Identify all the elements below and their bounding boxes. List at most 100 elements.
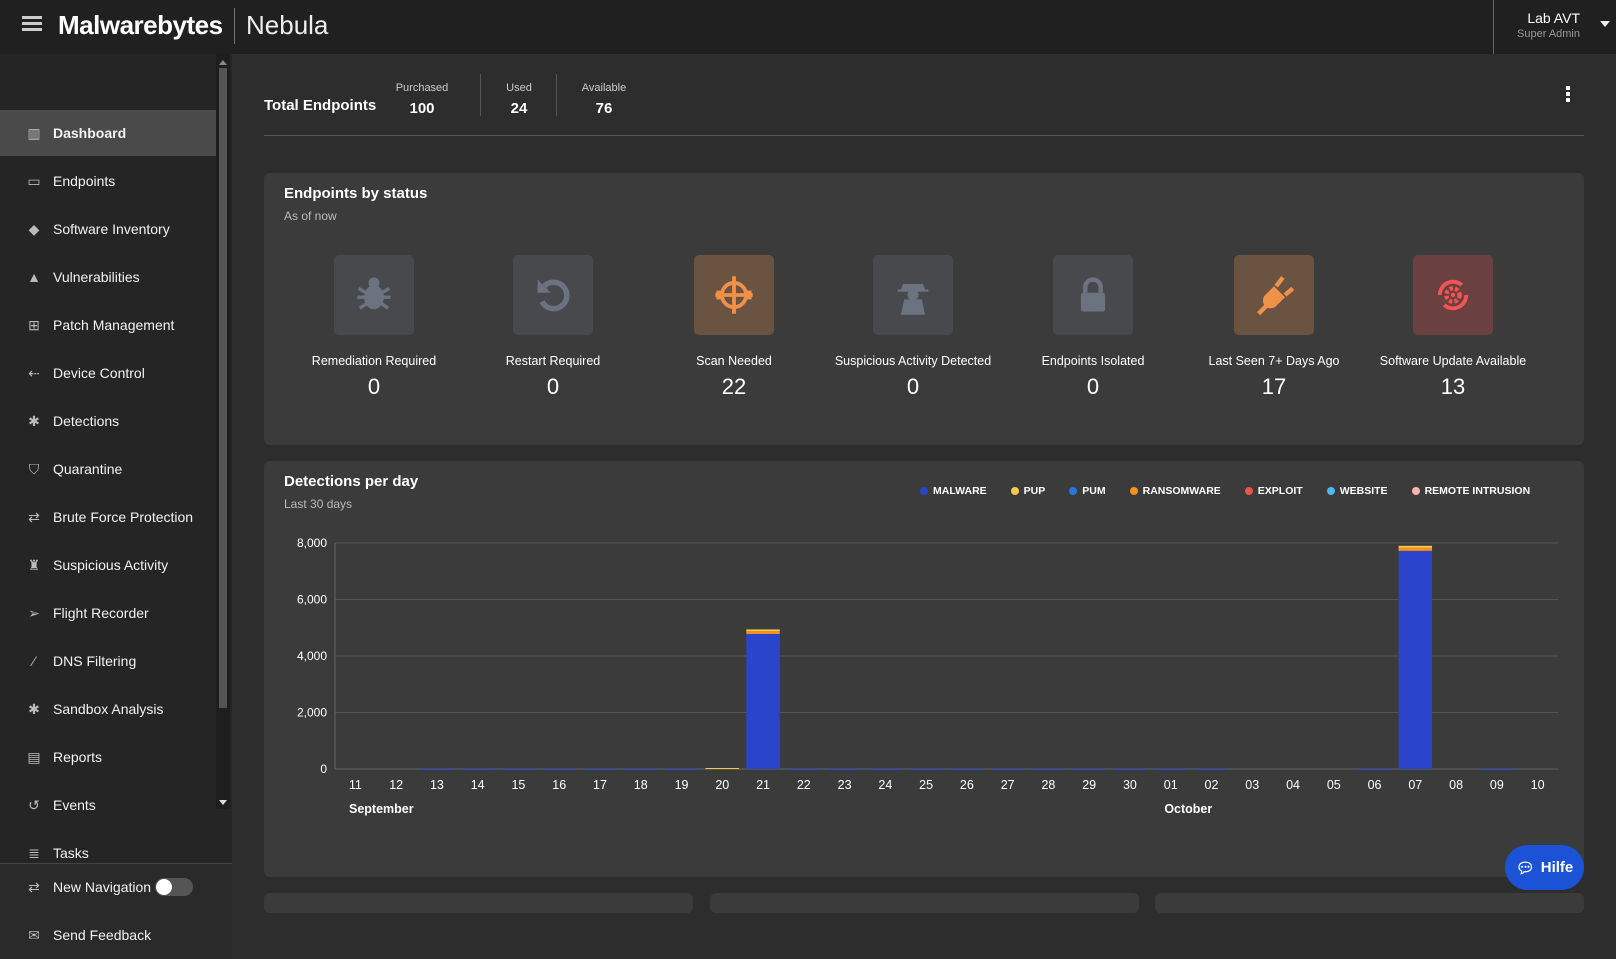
- sidebar-item-software-inventory[interactable]: ◆ Software Inventory: [0, 206, 216, 252]
- status-count: 13: [1440, 374, 1466, 399]
- sidebar-item-flight-recorder[interactable]: ➢ Flight Recorder: [0, 590, 216, 636]
- detections-chart: 0 2,000 4,000 6,000 8,000 11 12 13 14 15 16 17 18 19 2…: [297, 536, 1558, 816]
- bar-malware[interactable]: [1398, 550, 1433, 769]
- bar-malware[interactable]: [868, 768, 903, 769]
- x-tick-label: 15: [511, 778, 525, 792]
- x-tick-label: 03: [1245, 778, 1259, 792]
- chat-icon: 💬︎: [1515, 859, 1535, 877]
- sidebar-item-label: Reports: [53, 749, 103, 765]
- new-navigation-label: New Navigation: [53, 879, 152, 895]
- x-tick-label: 13: [430, 778, 444, 792]
- user-role: Super Admin: [1517, 28, 1580, 40]
- sidebar-item-quarantine[interactable]: ⛉ Quarantine: [0, 446, 216, 492]
- status-last-seen-7-days-ago[interactable]: Last Seen 7+ Days Ago 17: [1184, 173, 1364, 400]
- bar-malware[interactable]: [420, 768, 454, 769]
- account-menu[interactable]: Lab AVT Super Admin: [1493, 0, 1616, 54]
- bar-malware[interactable]: [787, 768, 821, 769]
- tasks-icon: ≣: [28, 845, 40, 861]
- bar-pup[interactable]: [705, 768, 739, 769]
- sidebar-item-dns-filtering[interactable]: ⁄ DNS Filtering: [0, 638, 216, 684]
- unplug-icon: [1234, 255, 1314, 335]
- total-endpoints-summary: Total Endpoints Purchased 100 Used 24 Avai…: [264, 74, 1584, 136]
- bar-malware[interactable]: [583, 768, 617, 769]
- bar-ransomware[interactable]: [1398, 547, 1433, 551]
- sidebar-item-vulnerabilities[interactable]: ▲ Vulnerabilities: [0, 254, 216, 300]
- status-scan-needed[interactable]: Scan Needed 22: [644, 173, 824, 400]
- hamburger-menu-icon[interactable]: [22, 16, 42, 32]
- sidebar-item-suspicious-activity[interactable]: ♜ Suspicious Activity: [0, 542, 216, 588]
- sidebar-item-detections[interactable]: ✱ Detections: [0, 398, 216, 444]
- more-options-icon[interactable]: [1566, 86, 1572, 104]
- bar-pup[interactable]: [746, 629, 780, 632]
- bar-malware[interactable]: [624, 768, 658, 769]
- sidebar-item-label: Detections: [53, 413, 120, 429]
- bar-malware[interactable]: [990, 768, 1025, 769]
- bar-malware[interactable]: [746, 633, 780, 769]
- bar-malware[interactable]: [1031, 768, 1066, 769]
- divider: [234, 8, 235, 44]
- bug-icon: ✱: [28, 413, 40, 429]
- status-restart-required[interactable]: Restart Required 0: [463, 173, 643, 400]
- user-name: Lab AVT: [1527, 10, 1580, 26]
- status-count: 17: [1261, 374, 1287, 399]
- bar-malware[interactable]: [909, 768, 943, 769]
- scrollbar-thumb[interactable]: [219, 68, 227, 708]
- status-software-update-available[interactable]: Software Update Available 13: [1363, 173, 1543, 400]
- x-tick-label: 06: [1368, 778, 1382, 792]
- purchased-value: 100: [409, 100, 435, 117]
- help-button[interactable]: 💬︎ Hilfe: [1505, 845, 1584, 890]
- sidebar-item-reports[interactable]: ▤ Reports: [0, 734, 216, 780]
- bar-malware[interactable]: [664, 768, 699, 769]
- shield-icon: ⛉: [28, 461, 40, 477]
- y-tick-label: 2,000: [297, 706, 327, 720]
- status-count: 22: [721, 374, 747, 399]
- bar-malware[interactable]: [1072, 768, 1106, 769]
- sidebar-item-brute-force-protection[interactable]: ⇄ Brute Force Protection: [0, 494, 216, 540]
- x-tick-label: 14: [471, 778, 485, 792]
- scroll-down-icon[interactable]: [219, 800, 227, 809]
- warning-icon: ▲: [27, 269, 41, 285]
- new-navigation-toggle[interactable]: [155, 878, 193, 896]
- send-feedback-button[interactable]: ✉ Send Feedback: [0, 912, 216, 958]
- sidebar-item-device-control[interactable]: ⇠ Device Control: [0, 350, 216, 396]
- sidebar-item-sandbox-analysis[interactable]: ✱ Sandbox Analysis: [0, 686, 216, 732]
- bar-malware[interactable]: [1113, 768, 1147, 769]
- status-remediation-required[interactable]: Remediation Required 0: [284, 173, 464, 400]
- spy-icon: ♜: [27, 557, 41, 573]
- divider: [480, 74, 481, 116]
- sidebar-item-endpoints[interactable]: ▭ Endpoints: [0, 158, 216, 204]
- bar-malware[interactable]: [542, 768, 576, 769]
- bar-malware[interactable]: [460, 768, 495, 769]
- sidebar-item-label: Events: [53, 797, 96, 813]
- bar-pup[interactable]: [1398, 545, 1433, 548]
- bar-malware[interactable]: [827, 768, 862, 769]
- bar-malware[interactable]: [1480, 768, 1514, 769]
- scroll-up-icon[interactable]: [219, 56, 227, 65]
- status-label: Suspicious Activity Detected: [834, 354, 992, 368]
- sidebar-item-label: Device Control: [53, 365, 145, 381]
- status-label: Restart Required: [505, 354, 601, 368]
- bar-malware[interactable]: [950, 768, 984, 769]
- sidebar-item-patch-management[interactable]: ⊞ Patch Management: [0, 302, 216, 348]
- caret-down-icon: [1600, 21, 1610, 32]
- divider: [556, 74, 557, 116]
- monitor-icon: ▭: [27, 173, 41, 189]
- status-count: 0: [367, 374, 381, 399]
- sidebar-item-events[interactable]: ↺ Events: [0, 782, 216, 828]
- bar-malware[interactable]: [501, 768, 536, 769]
- status-label: Remediation Required: [311, 354, 437, 368]
- sidebar-scrollbar[interactable]: [216, 54, 230, 809]
- bar-malware[interactable]: [1154, 768, 1188, 769]
- sidebar-footer: ⇄ New Navigation ✉ Send Feedback: [0, 863, 232, 959]
- bar-malware[interactable]: [1357, 768, 1392, 769]
- bar-ransomware[interactable]: [746, 631, 780, 634]
- bar-malware[interactable]: [1194, 768, 1229, 769]
- x-tick-label: 20: [715, 778, 729, 792]
- status-suspicious-activity-detected[interactable]: Suspicious Activity Detected 0: [823, 173, 1003, 400]
- sidebar-item-dashboard[interactable]: ▥ Dashboard: [0, 110, 216, 156]
- bug-icon: [334, 255, 414, 335]
- used-value: 24: [510, 100, 528, 117]
- detections-per-day-card: Detections per day Last 30 days MALWARE P…: [264, 461, 1584, 877]
- status-endpoints-isolated[interactable]: Endpoints Isolated 0: [1003, 173, 1183, 400]
- status-label: Endpoints Isolated: [1041, 354, 1145, 368]
